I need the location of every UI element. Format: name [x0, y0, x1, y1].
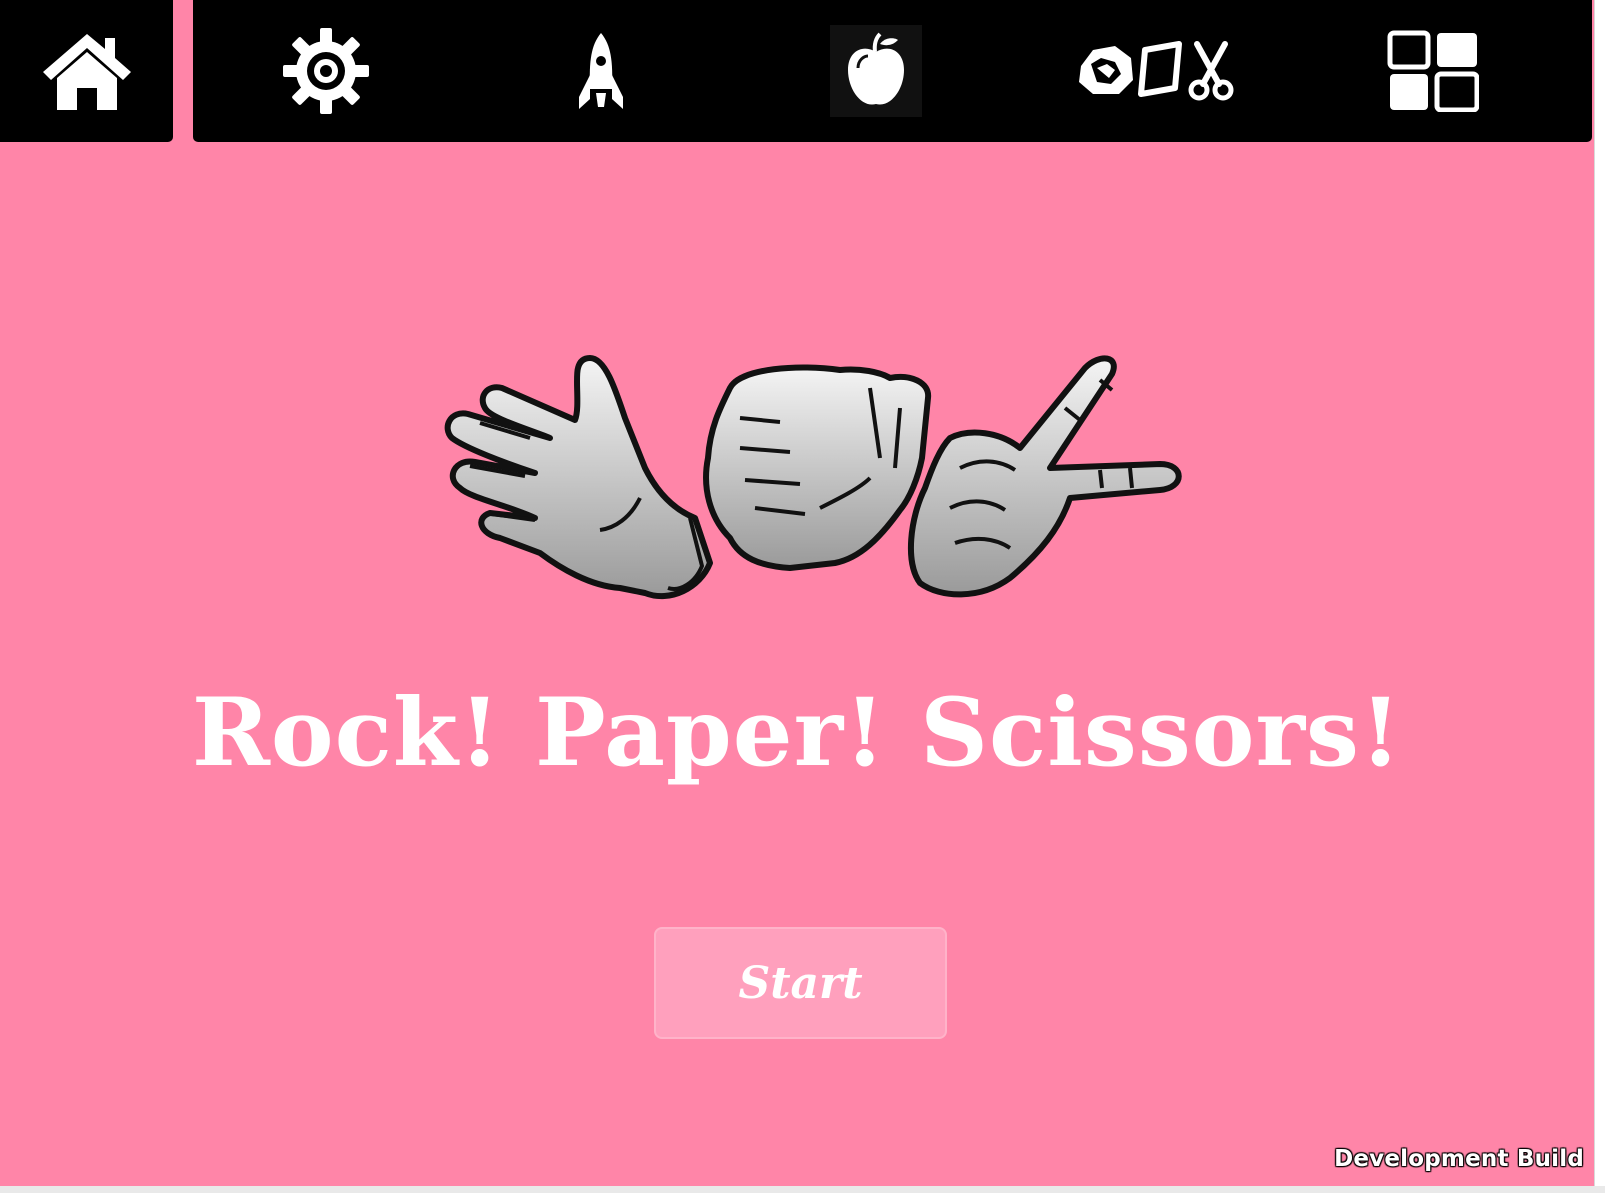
- home-button[interactable]: [0, 0, 173, 142]
- window-bottom-edge: [0, 1186, 1605, 1193]
- start-button[interactable]: Start: [654, 927, 947, 1039]
- gear-icon: [283, 28, 369, 114]
- rock-paper-scissors-icon: [1079, 41, 1234, 101]
- game-title: Rock! Paper! Scissors!: [191, 678, 1403, 788]
- rock-paper-scissors-button[interactable]: [1055, 0, 1255, 142]
- apple-icon: [848, 32, 904, 105]
- development-build-label: Development Build: [1334, 1146, 1584, 1172]
- apple-button[interactable]: [783, 0, 969, 142]
- game-screen: Rock! Paper! Scissors! Start Development…: [0, 0, 1594, 1186]
- grid-button[interactable]: [1333, 0, 1533, 142]
- grid-icon: [1387, 30, 1479, 112]
- rocket-icon: [579, 33, 623, 109]
- settings-button[interactable]: [233, 0, 419, 142]
- window-right-edge: [1594, 0, 1605, 1193]
- start-button-label: Start: [738, 957, 863, 1009]
- top-toolbar: [193, 0, 1592, 142]
- scissors-hand: [908, 355, 1182, 598]
- rocket-button[interactable]: [508, 0, 694, 142]
- apple-tile: [830, 25, 922, 117]
- home-icon: [42, 34, 131, 110]
- paper-hand: [444, 355, 713, 600]
- paper-rock-scissors-hands-image: [444, 355, 1182, 600]
- rock-fist: [703, 364, 932, 571]
